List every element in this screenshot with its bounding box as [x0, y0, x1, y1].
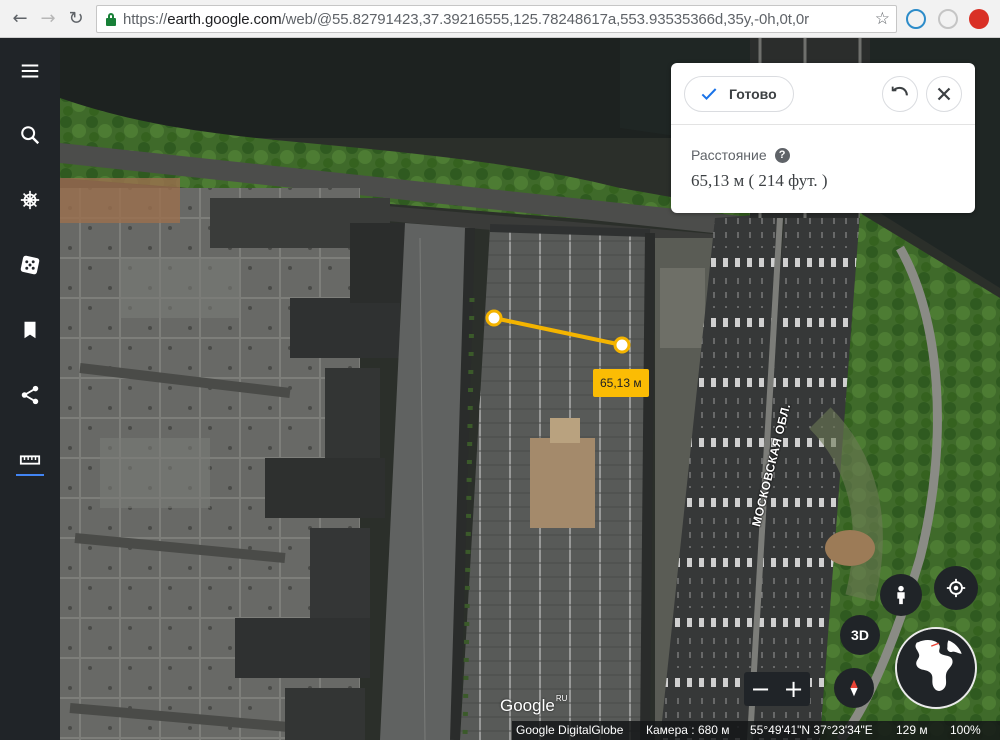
measure-start-point: [485, 309, 503, 327]
ships-wheel-icon[interactable]: [10, 180, 50, 220]
ground-altitude: 129 м: [896, 723, 928, 737]
attribution-text[interactable]: Google DigitalGlobe: [516, 721, 623, 740]
done-button-label: Готово: [729, 86, 777, 102]
camera-altitude: Камера : 680 м: [646, 723, 730, 737]
dice-icon[interactable]: [10, 245, 50, 285]
back-arrow-icon[interactable]: ←: [8, 7, 32, 31]
extension-icon[interactable]: [906, 9, 926, 29]
globe-icon: [897, 629, 972, 704]
measure-distance-tag: 65,13 м: [593, 369, 649, 397]
help-icon[interactable]: ?: [774, 147, 790, 163]
zoom-control: − +: [744, 672, 810, 706]
compass-button[interactable]: [834, 668, 874, 708]
distance-label: Расстояние ?: [691, 147, 790, 163]
undo-button[interactable]: [882, 76, 918, 112]
pegman-icon: [897, 585, 905, 605]
done-button[interactable]: Готово: [684, 76, 794, 112]
lock-icon: [106, 13, 116, 26]
3d-toggle-button[interactable]: 3D: [840, 615, 880, 655]
url-scheme: https://: [123, 11, 168, 28]
distance-label-text: Расстояние: [691, 147, 767, 163]
load-percentage: 100%: [950, 723, 981, 737]
browser-toolbar: ← → ↻ https://earth.google.com/web/@55.8…: [0, 0, 1000, 38]
hamburger-icon[interactable]: [10, 51, 50, 91]
undo-icon: [891, 86, 908, 96]
measure-active-indicator: [16, 474, 44, 476]
crosshair-icon: [946, 578, 966, 598]
coordinates: 55°49'41"N 37°23'34"E: [750, 723, 873, 737]
address-bar[interactable]: https://earth.google.com/web/@55.8279142…: [96, 5, 897, 33]
star-icon[interactable]: ☆: [875, 9, 890, 29]
reload-icon[interactable]: ↻: [64, 7, 88, 31]
compass-icon: [850, 679, 858, 697]
close-icon: [937, 87, 951, 101]
forward-arrow-icon[interactable]: →: [36, 7, 60, 31]
extension-opera-icon[interactable]: [969, 9, 989, 29]
globe-minimap[interactable]: [895, 627, 977, 709]
close-button[interactable]: [926, 76, 962, 112]
url-host: earth.google.com: [167, 11, 282, 28]
distance-value: 65,13 м ( 214 фут. ): [691, 171, 828, 190]
my-location-button[interactable]: [934, 566, 978, 610]
share-icon[interactable]: [10, 375, 50, 415]
google-logo: GoogleRU: [500, 694, 568, 716]
sidebar: [0, 38, 60, 740]
panel-divider: [671, 124, 975, 125]
google-logo-text: Google: [500, 696, 555, 715]
url-path: /web/@55.82791423,37.39216555,125.782486…: [281, 11, 810, 28]
measure-panel: Готово Расстояние ? 65,13 м ( 214 фут. ): [671, 63, 975, 213]
zoom-in-button[interactable]: +: [777, 672, 810, 706]
measure-end-point: [613, 336, 631, 354]
url-text: https://earth.google.com/web/@55.8279142…: [123, 11, 809, 28]
status-bar: Google DigitalGlobe Камера : 680 м 55°49…: [512, 721, 1000, 740]
pegman-button[interactable]: [880, 574, 922, 616]
google-logo-region: RU: [555, 694, 568, 703]
zoom-out-button[interactable]: −: [744, 672, 777, 706]
extension-play-icon[interactable]: [938, 9, 958, 29]
search-icon[interactable]: [10, 115, 50, 155]
checkmark-icon: [701, 88, 717, 101]
bookmark-icon[interactable]: [10, 310, 50, 350]
